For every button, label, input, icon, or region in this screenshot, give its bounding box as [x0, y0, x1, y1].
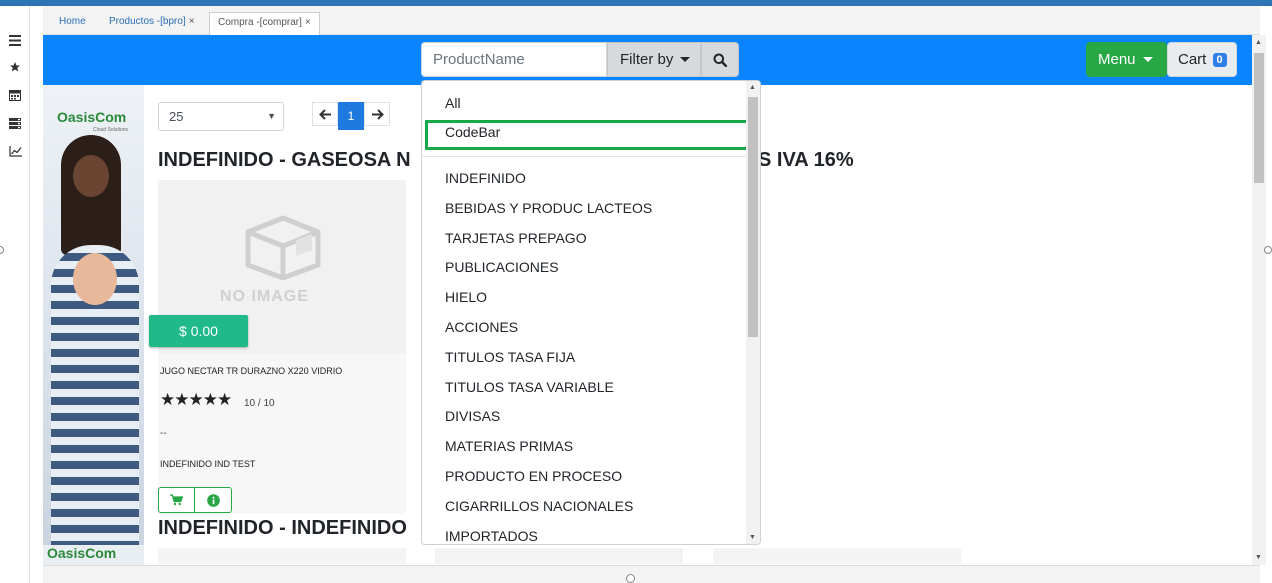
tab-bar: Home Productos -[bpro] × Compra -[comprar…	[43, 6, 1260, 35]
search-button[interactable]	[701, 42, 739, 77]
page-size-value: 25	[169, 109, 184, 124]
scroll-down-icon[interactable]: ▼	[1255, 554, 1262, 561]
scrollbar-thumb[interactable]	[1254, 53, 1264, 183]
price-tag: $ 0.00	[149, 315, 248, 347]
add-to-cart-button[interactable]	[158, 487, 195, 513]
filter-option-category[interactable]: INDEFINIDO	[445, 170, 526, 186]
rating-stars: ★★★★★	[160, 390, 232, 409]
resize-handle-bottom[interactable]	[626, 574, 635, 583]
filter-option-category[interactable]: TITULOS TASA FIJA	[445, 349, 575, 365]
bottom-bar	[43, 565, 1260, 583]
filter-option-category[interactable]: PRODUCTO EN PROCESO	[445, 468, 622, 484]
section-heading: INDEFINIDO - GASEOSA N	[158, 149, 411, 171]
caret-down-icon	[1142, 57, 1153, 62]
shopping-cart-icon	[170, 494, 183, 506]
page-scrollbar[interactable]: ▲ ▼	[1252, 35, 1266, 565]
filter-option-category[interactable]: IMPORTADOS	[445, 528, 538, 544]
filter-option-category[interactable]: HIELO	[445, 289, 487, 305]
promo-banner: OasisCom Cloud Solutions	[43, 85, 144, 565]
section-heading: INDEFINIDO - INDEFINIDO	[158, 517, 407, 539]
scroll-up-icon[interactable]: ▲	[749, 84, 756, 91]
no-image-icon	[245, 215, 321, 280]
calendar-icon[interactable]	[8, 88, 22, 102]
filter-option-category[interactable]: CIGARRILLOS NACIONALES	[445, 498, 633, 514]
tab-home[interactable]: Home	[51, 12, 94, 35]
section-heading-tail: S IVA 16%	[758, 149, 854, 171]
promo-person-image	[61, 135, 121, 255]
tab-productos[interactable]: Productos -[bpro] ×	[101, 12, 203, 35]
top-navbar: ProductName Filter by Menu Cart 0	[43, 35, 1252, 85]
promo-tagline: Cloud Solutions	[93, 127, 129, 133]
promo-logo: OasisCom	[57, 109, 127, 125]
filter-option-category[interactable]: TARJETAS PREPAGO	[445, 230, 587, 246]
next-page-button[interactable]	[364, 102, 390, 126]
filter-option-category[interactable]: PUBLICACIONES	[445, 259, 559, 275]
close-icon[interactable]: ×	[305, 17, 311, 28]
dropdown-divider	[422, 156, 748, 157]
product-info-button[interactable]	[195, 487, 232, 513]
arrow-left-icon	[318, 108, 331, 120]
page-number-button[interactable]: 1	[338, 102, 364, 130]
pagination: 1	[312, 102, 390, 130]
sidebar	[0, 6, 30, 583]
tab-label: Home	[59, 16, 86, 27]
close-icon[interactable]: ×	[189, 16, 195, 27]
scroll-up-icon[interactable]: ▲	[1255, 39, 1262, 46]
filter-dropdown-menu: All CodeBar INDEFINIDO BEBIDAS Y PRODUC L…	[421, 80, 761, 545]
search-input[interactable]: ProductName	[421, 42, 607, 77]
product-card-placeholder	[435, 548, 683, 564]
cart-label: Cart	[1178, 51, 1207, 68]
chart-line-icon[interactable]	[8, 144, 22, 158]
filter-option-codebar[interactable]: CodeBar	[445, 124, 500, 140]
filter-by-button[interactable]: Filter by	[607, 42, 701, 77]
no-image-label: NO IMAGE	[220, 288, 309, 305]
filter-option-category[interactable]: MATERIAS PRIMAS	[445, 438, 573, 454]
search-icon	[713, 53, 727, 67]
prev-page-button[interactable]	[312, 102, 338, 126]
product-description: --	[160, 428, 167, 439]
product-name[interactable]: JUGO NECTAR TR DURAZNO X220 VIDRIO	[160, 366, 342, 376]
promo-person-image	[51, 245, 139, 565]
select-arrow-icon: ▼	[267, 111, 276, 121]
product-card-placeholder	[713, 548, 961, 564]
star-icon[interactable]	[8, 60, 22, 74]
filter-by-label: Filter by	[620, 51, 674, 68]
product-actions	[158, 487, 232, 513]
promo-logo: OasisCom	[43, 545, 144, 565]
tab-compra[interactable]: Compra -[comprar] ×	[209, 12, 320, 35]
tab-label: Productos -[bpro]	[109, 16, 186, 27]
cart-button[interactable]: Cart 0	[1167, 42, 1237, 77]
filter-option-category[interactable]: ACCIONES	[445, 319, 518, 335]
list-icon[interactable]	[8, 116, 22, 130]
product-card-placeholder	[158, 548, 406, 564]
menu-icon[interactable]	[8, 33, 22, 47]
filter-option-all[interactable]: All	[445, 95, 461, 111]
resize-handle-right[interactable]	[1264, 246, 1272, 254]
rating-value: 10 / 10	[244, 398, 275, 409]
arrow-right-icon	[371, 108, 384, 120]
caret-down-icon	[680, 57, 691, 62]
scrollbar-thumb[interactable]	[748, 97, 758, 337]
scroll-down-icon[interactable]: ▼	[749, 534, 756, 541]
filter-option-category[interactable]: DIVISAS	[445, 408, 500, 424]
menu-button[interactable]: Menu	[1086, 42, 1167, 77]
info-circle-icon	[206, 493, 220, 507]
filter-option-category[interactable]: TITULOS TASA VARIABLE	[445, 379, 614, 395]
product-category: INDEFINIDO IND TEST	[160, 459, 256, 469]
cart-count-badge: 0	[1212, 53, 1227, 67]
page-size-select[interactable]: 25 ▼	[158, 102, 284, 131]
tab-label: Compra -[comprar]	[218, 17, 302, 28]
filter-option-category[interactable]: BEBIDAS Y PRODUC LACTEOS	[445, 200, 652, 216]
dropdown-scrollbar[interactable]: ▲ ▼	[746, 81, 760, 544]
menu-label: Menu	[1098, 51, 1136, 68]
